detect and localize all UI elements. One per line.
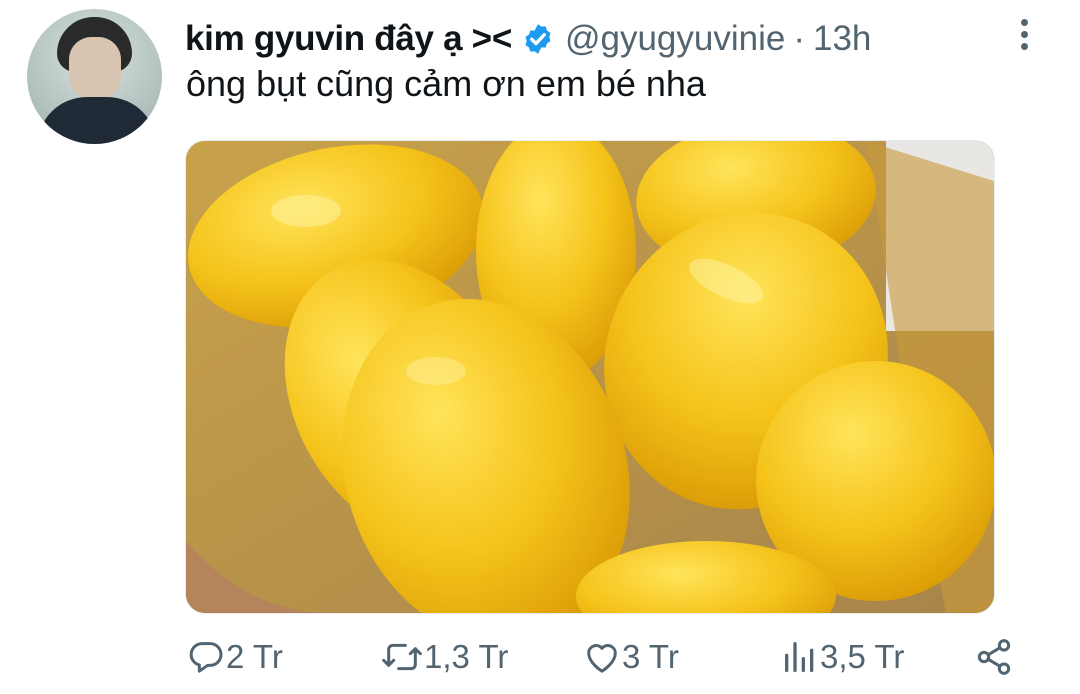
tweet-header: kim gyuvin đây ạ >< @gyugyuvinie · 13h <box>185 16 871 62</box>
mango-photo <box>186 141 994 613</box>
retweet-button[interactable]: 1,3 Tr <box>380 634 508 680</box>
avatar[interactable] <box>27 9 162 144</box>
share-icon <box>977 639 1011 675</box>
share-button[interactable] <box>974 634 1014 680</box>
verified-badge-icon <box>525 24 551 54</box>
like-button[interactable]: 3 Tr <box>582 634 679 680</box>
reply-button[interactable]: 2 Tr <box>186 634 283 680</box>
timestamp[interactable]: 13h <box>813 19 871 59</box>
views-count: 3,5 Tr <box>820 638 905 675</box>
retweet-count: 1,3 Tr <box>424 638 509 675</box>
tweet-media-image[interactable] <box>185 140 995 614</box>
separator-dot: · <box>793 19 805 58</box>
retweet-icon <box>382 643 422 671</box>
tweet-text: ông bụt cũng cảm ơn em bé nha <box>186 63 706 104</box>
tweet-action-bar: 2 Tr 1,3 Tr 3 Tr 3,5 Tr <box>186 634 1028 680</box>
avatar-shoulders <box>37 97 157 144</box>
display-name[interactable]: kim gyuvin đây ạ >< <box>185 19 512 59</box>
heart-icon <box>587 644 617 673</box>
more-options-icon[interactable] <box>1008 14 1040 58</box>
views-icon <box>785 642 814 672</box>
views-button[interactable]: 3,5 Tr <box>780 634 904 680</box>
like-count: 3 Tr <box>622 638 679 675</box>
reply-count: 2 Tr <box>226 638 283 675</box>
avatar-face <box>69 37 121 101</box>
handle[interactable]: @gyugyuvinie <box>565 19 785 59</box>
reply-icon <box>189 642 223 673</box>
